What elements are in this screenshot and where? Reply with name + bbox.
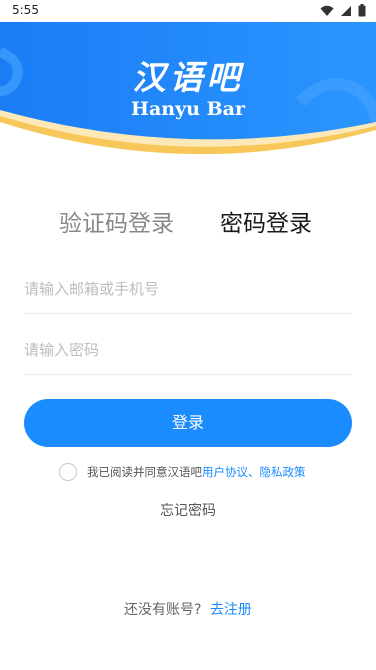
tab-password-login[interactable]: 密码登录 bbox=[220, 207, 312, 241]
agreement-checkbox[interactable] bbox=[59, 463, 77, 481]
account-input[interactable] bbox=[24, 265, 352, 313]
brand-name-cn: 汉语吧 bbox=[132, 58, 244, 97]
user-agreement-link[interactable]: 用户协议 bbox=[202, 464, 248, 480]
login-button[interactable]: 登录 bbox=[24, 399, 352, 447]
privacy-policy-link[interactable]: 隐私政策 bbox=[260, 464, 306, 480]
agreement-row: 我已阅读并同意汉语吧 用户协议 、 隐私政策 bbox=[59, 461, 306, 483]
password-field bbox=[24, 326, 352, 375]
signal-icon bbox=[341, 5, 351, 16]
register-link[interactable]: 去注册 bbox=[210, 602, 252, 618]
forgot-password-row: 忘记密码 bbox=[0, 500, 376, 520]
brand-logo: 汉语吧 Hanyu Bar bbox=[0, 58, 376, 120]
register-prompt: 还没有账号? bbox=[124, 602, 202, 618]
battery-icon bbox=[358, 4, 366, 17]
status-bar: 5:55 bbox=[0, 0, 376, 22]
account-field bbox=[24, 265, 352, 314]
register-row: 还没有账号? 去注册 bbox=[0, 599, 376, 619]
status-time: 5:55 bbox=[12, 3, 39, 17]
brand-name-en: Hanyu Bar bbox=[131, 98, 245, 120]
status-icons bbox=[320, 4, 366, 17]
agreement-separator: 、 bbox=[248, 465, 260, 479]
agreement-text: 我已阅读并同意汉语吧 bbox=[87, 465, 202, 479]
wifi-icon bbox=[320, 5, 334, 16]
login-tabs: 验证码登录 密码登录 bbox=[0, 207, 376, 241]
forgot-password-link[interactable]: 忘记密码 bbox=[160, 503, 216, 519]
password-input[interactable] bbox=[24, 326, 352, 374]
tab-sms-login[interactable]: 验证码登录 bbox=[59, 207, 174, 241]
